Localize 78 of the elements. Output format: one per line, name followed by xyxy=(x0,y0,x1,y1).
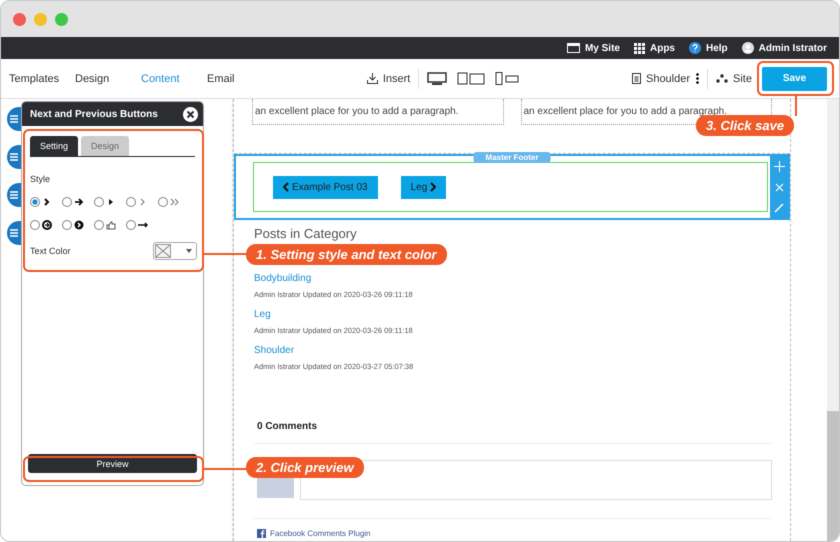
style-radio[interactable] xyxy=(62,197,72,207)
chevron-left-icon xyxy=(283,182,289,192)
list-icon xyxy=(9,114,19,124)
scrollbar[interactable] xyxy=(827,99,839,541)
tablet-icon[interactable] xyxy=(457,72,486,85)
style-radio[interactable] xyxy=(158,197,168,207)
side-tool-button[interactable] xyxy=(7,145,21,169)
desktop-icon[interactable] xyxy=(427,72,448,85)
long-arrow-icon xyxy=(138,220,148,230)
caret-icon xyxy=(186,249,192,253)
post-link[interactable]: Shoulder xyxy=(254,345,294,356)
previous-button[interactable]: Example Post 03 xyxy=(273,176,378,198)
style-radio[interactable] xyxy=(126,197,136,207)
panel-tab[interactable]: Design xyxy=(81,136,129,156)
panel-tab[interactable]: Setting xyxy=(30,136,78,156)
style-radio[interactable] xyxy=(94,220,104,230)
list-icon xyxy=(9,228,19,238)
leader-line xyxy=(795,96,797,116)
phone-icon[interactable] xyxy=(495,72,520,85)
leader-line xyxy=(204,468,248,470)
circle-chevron-icon xyxy=(74,220,84,230)
no-color-icon xyxy=(155,244,171,258)
move-icon[interactable] xyxy=(774,161,784,172)
window-control[interactable] xyxy=(13,12,26,26)
text-color-label: Text Color xyxy=(30,246,71,256)
help-icon xyxy=(688,42,701,54)
side-tool-button[interactable] xyxy=(7,183,21,207)
style-radio[interactable] xyxy=(126,220,136,230)
avatar-icon xyxy=(742,42,754,54)
nav-tab[interactable]: Email xyxy=(207,72,273,84)
post-link[interactable]: Bodybuilding xyxy=(254,273,312,284)
section-tag: Master Footer xyxy=(474,152,550,163)
list-icon xyxy=(9,152,19,162)
style-radio[interactable] xyxy=(94,197,104,207)
color-picker[interactable] xyxy=(153,242,197,260)
style-radio[interactable] xyxy=(62,220,72,230)
browser-icon xyxy=(566,43,580,53)
dots-icon xyxy=(716,74,728,83)
close-icon[interactable] xyxy=(183,106,198,122)
page-icon xyxy=(632,73,641,84)
plugin-link[interactable]: Facebook Comments Plugin xyxy=(254,529,772,538)
style-label: Style xyxy=(30,174,50,184)
comment-field[interactable] xyxy=(300,460,772,500)
style-radio[interactable] xyxy=(30,197,40,207)
hand-icon xyxy=(106,220,116,230)
side-tool-button[interactable] xyxy=(7,107,21,131)
side-tool-button[interactable] xyxy=(7,221,21,245)
callout: 2. Click preview xyxy=(246,457,364,478)
callout: 1. Setting style and text color xyxy=(246,244,447,265)
preview-button[interactable]: Preview xyxy=(28,454,197,473)
section-heading: Posts in Category xyxy=(254,226,358,241)
double-chevron-icon xyxy=(170,197,180,207)
top-bar-link[interactable]: Apps xyxy=(634,42,675,54)
list-icon xyxy=(9,190,19,200)
leader-line xyxy=(204,253,248,255)
apps-grid-icon xyxy=(634,42,645,54)
circle-arrow-icon xyxy=(42,220,52,230)
top-bar-link[interactable]: My Site xyxy=(566,42,620,54)
top-bar-link[interactable]: Admin Istrator xyxy=(742,42,827,54)
download-icon xyxy=(366,73,378,84)
next-button[interactable]: Leg xyxy=(400,176,446,198)
nav-tab[interactable]: Design xyxy=(75,72,141,84)
comments-count: 0 Comments xyxy=(254,421,772,444)
facebook-icon xyxy=(257,529,266,538)
panel-title: Next and Previous Buttons xyxy=(30,108,158,120)
more-icon[interactable] xyxy=(696,73,700,84)
nav-tab[interactable]: Templates xyxy=(9,72,75,84)
chevron-icon xyxy=(42,197,52,207)
nav-tab[interactable]: Content xyxy=(141,72,207,84)
post-link[interactable]: Leg xyxy=(254,309,271,320)
chevron-right-icon xyxy=(430,182,436,192)
site-button[interactable]: Site xyxy=(716,72,752,84)
arrow-icon xyxy=(74,197,84,207)
style-radio[interactable] xyxy=(30,220,40,230)
text-box: an excellent place for you to add a paragraph. xyxy=(252,99,504,125)
insert-button[interactable]: Insert xyxy=(366,72,410,84)
page-selector[interactable]: Shoulder xyxy=(632,72,690,84)
top-bar-link[interactable]: Help xyxy=(688,42,728,54)
